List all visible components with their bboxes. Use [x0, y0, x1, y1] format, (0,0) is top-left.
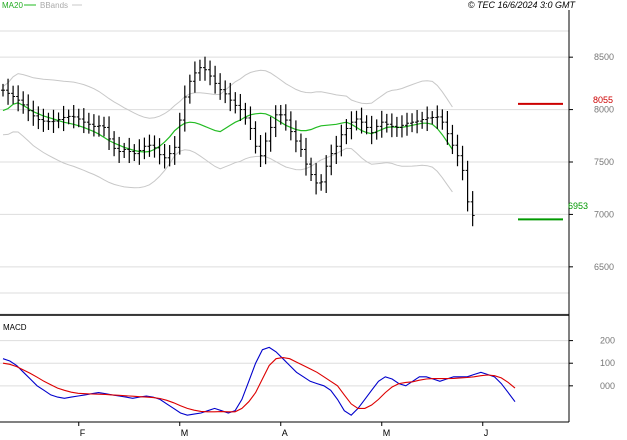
macd-y-ticks: 200 100 000	[569, 336, 615, 391]
price-y-tick-label: 6500	[594, 262, 614, 272]
macd-title: MACD	[3, 323, 27, 332]
chart-svg: 8500 8000 7500 7000 6500 200 100 000 F M A M J MA2…	[0, 0, 615, 438]
x-tick-label: J	[484, 428, 489, 438]
price-y-tick-label: 7500	[594, 157, 614, 167]
x-tick-label: A	[282, 428, 288, 438]
x-axis-ticks: FMAMJ	[78, 422, 489, 438]
price-y-tick-label: 8500	[594, 52, 614, 62]
x-tick-label: F	[80, 428, 86, 438]
legend-ma20: MA20	[2, 1, 23, 10]
macd-y-tick-label: 100	[600, 358, 615, 368]
macd-panel	[0, 318, 569, 422]
legend-bbands: BBands	[40, 1, 68, 10]
x-tick-label: M	[181, 428, 189, 438]
x-tick-label: M	[383, 428, 391, 438]
price-y-ticks: 8500 8000 7500 7000 6500	[569, 52, 614, 272]
support-label: 6953	[568, 201, 588, 211]
resistance-label: 8055	[593, 95, 613, 105]
header-info: © TEC 16/6/2024 3:0 GMT	[468, 0, 577, 10]
macd-y-tick-label: 200	[600, 336, 615, 346]
macd-y-tick-label: 000	[600, 381, 615, 391]
price-y-tick-label: 8000	[594, 105, 614, 115]
price-y-tick-label: 7000	[594, 209, 614, 219]
